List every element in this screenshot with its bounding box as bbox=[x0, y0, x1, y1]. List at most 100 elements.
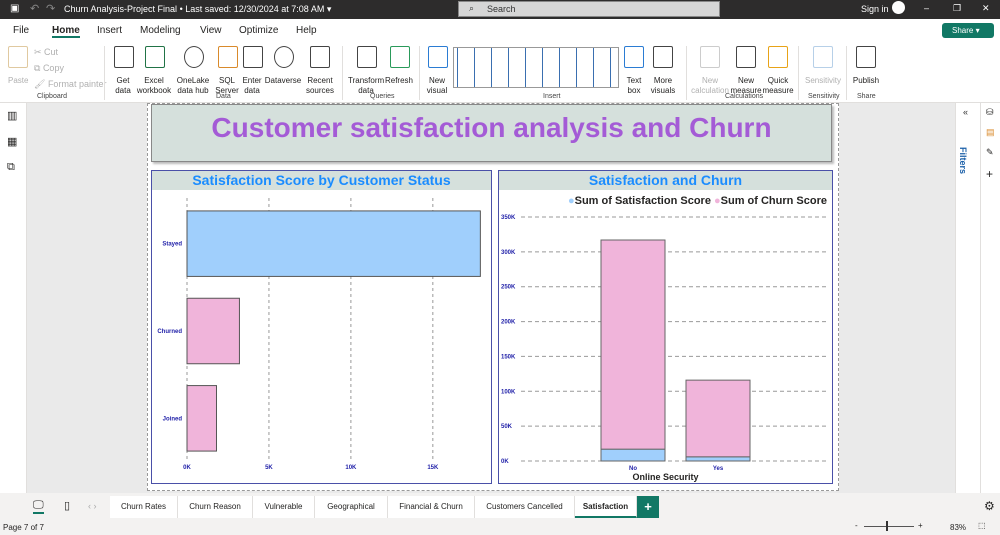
file-title[interactable]: Churn Analysis-Project Final • Last save… bbox=[64, 4, 331, 15]
tab-vulnerable[interactable]: Vulnerable bbox=[253, 496, 315, 518]
group-clipboard: Clipboard bbox=[37, 93, 67, 100]
avatar-icon[interactable] bbox=[892, 1, 905, 14]
model-view-icon[interactable]: ⧉ bbox=[7, 161, 15, 174]
new-calculation-button[interactable]: New calculation bbox=[690, 76, 730, 96]
tab-scroll-icon[interactable]: ‹ › bbox=[88, 501, 97, 511]
menu-home[interactable]: Home bbox=[52, 25, 80, 38]
quick-measure-button[interactable]: Quick measure bbox=[762, 76, 794, 96]
share-label: Share bbox=[952, 26, 974, 35]
share-button[interactable]: Share ▾ bbox=[942, 23, 994, 38]
text-box-button[interactable]: Text box bbox=[622, 76, 646, 96]
zoom-slider-thumb[interactable] bbox=[886, 521, 888, 531]
tab-customers-cancelled[interactable]: Customers Cancelled bbox=[475, 496, 575, 518]
mobile-layout-icon[interactable]: ▯ bbox=[64, 499, 70, 512]
divider bbox=[798, 46, 799, 100]
menu-help[interactable]: Help bbox=[296, 25, 317, 36]
status-bar-chart[interactable]: Satisfaction Score by Customer Status 0K… bbox=[151, 170, 492, 484]
dataverse-button[interactable]: Dataverse bbox=[264, 76, 302, 86]
tab-geographical[interactable]: Geographical bbox=[315, 496, 388, 518]
onelake-icon bbox=[184, 46, 204, 68]
settings-icon[interactable]: ⚙ bbox=[984, 499, 995, 513]
y-tick-label: Churned bbox=[157, 329, 182, 335]
bar bbox=[186, 385, 217, 452]
visuals-gallery[interactable] bbox=[453, 47, 619, 88]
tab-churn-reason[interactable]: Churn Reason bbox=[178, 496, 253, 518]
zoom-in-button[interactable]: + bbox=[918, 521, 923, 530]
last-saved: • Last saved: 12/30/2024 at 7:08 AM bbox=[179, 4, 325, 14]
filters-label[interactable]: Filters bbox=[958, 147, 968, 174]
format-painter-label: Format painter bbox=[47, 79, 107, 89]
search-input[interactable]: ⌕ Search bbox=[458, 1, 720, 17]
close-icon[interactable]: ✕ bbox=[982, 3, 990, 14]
page-indicator: Page 7 of 7 bbox=[3, 523, 44, 532]
collapse-icon[interactable]: « bbox=[963, 107, 968, 117]
ribbon: Paste ✂ Cut ⧉ Copy 🖌 Format painter Clip… bbox=[0, 42, 1000, 103]
minimize-icon[interactable]: – bbox=[924, 3, 929, 13]
table-view-icon[interactable]: ▦ bbox=[7, 135, 17, 148]
tab-satisfaction[interactable]: Satisfaction bbox=[575, 496, 637, 518]
status-bar: Page 7 of 7 - + 83% ⬚ bbox=[0, 518, 1000, 535]
menu-view[interactable]: View bbox=[200, 25, 222, 36]
bar-segment bbox=[685, 456, 751, 462]
data-pane-icon[interactable]: ⛁ bbox=[986, 107, 994, 118]
excel-icon bbox=[145, 46, 165, 68]
menu-file[interactable]: File bbox=[13, 25, 29, 36]
divider bbox=[342, 46, 343, 100]
group-share: Share bbox=[857, 93, 876, 100]
file-name: Churn Analysis-Project Final bbox=[64, 4, 178, 14]
undo-icon[interactable]: ↶ bbox=[30, 2, 39, 15]
paste-button[interactable]: Paste bbox=[8, 76, 28, 86]
copy-button[interactable]: ⧉ Copy bbox=[34, 63, 64, 74]
satisfaction-churn-chart[interactable]: Satisfaction and Churn ●Sum of Satisfact… bbox=[498, 170, 833, 484]
cut-button[interactable]: ✂ Cut bbox=[34, 47, 58, 58]
tab-churn-rates[interactable]: Churn Rates bbox=[110, 496, 178, 518]
enter-data-button[interactable]: Enter data bbox=[240, 76, 264, 96]
group-calculations: Calculations bbox=[725, 93, 764, 100]
zoom-slider[interactable] bbox=[864, 526, 914, 527]
menu-optimize[interactable]: Optimize bbox=[239, 25, 278, 36]
menu-insert[interactable]: Insert bbox=[97, 25, 122, 36]
refresh-button[interactable]: Refresh bbox=[384, 76, 414, 86]
add-page-button[interactable]: + bbox=[637, 496, 659, 518]
visualizations-icon[interactable]: ▤ bbox=[986, 127, 995, 138]
cut-label: Cut bbox=[44, 47, 59, 57]
chart-title: Satisfaction Score by Customer Status bbox=[152, 171, 491, 190]
search-icon: ⌕ bbox=[469, 3, 475, 13]
save-icon[interactable]: ▣ bbox=[10, 3, 19, 14]
fit-to-page-icon[interactable]: ⬚ bbox=[978, 521, 986, 530]
excel-button[interactable]: Excel workbook bbox=[136, 76, 172, 96]
sql-server-icon bbox=[218, 46, 238, 68]
group-insert: Insert bbox=[543, 93, 561, 100]
legend-item: Sum of Churn Score bbox=[720, 195, 827, 207]
group-queries: Queries bbox=[370, 93, 395, 100]
add-icon[interactable]: + bbox=[986, 167, 993, 181]
view-rail: ▥ ▦ ⧉ bbox=[0, 103, 27, 493]
bar bbox=[186, 210, 481, 277]
y-tick-label: 250K bbox=[501, 285, 516, 291]
group-data: Data bbox=[216, 93, 231, 100]
new-visual-button[interactable]: New visual bbox=[424, 76, 450, 96]
menu-modeling[interactable]: Modeling bbox=[140, 25, 181, 36]
filters-pane[interactable]: « Filters bbox=[955, 103, 980, 493]
format-icon[interactable]: ✎ bbox=[986, 147, 994, 158]
legend-marker: ● bbox=[714, 195, 721, 207]
format-painter-button[interactable]: 🖌 Format painter bbox=[34, 79, 106, 90]
get-data-button[interactable]: Get data bbox=[108, 76, 138, 96]
more-visuals-button[interactable]: More visuals bbox=[646, 76, 680, 96]
desktop-layout-icon[interactable]: 🖵 bbox=[33, 499, 44, 514]
restore-icon[interactable]: ❐ bbox=[953, 3, 961, 14]
publish-button[interactable]: Publish bbox=[850, 76, 882, 86]
divider bbox=[104, 46, 105, 100]
redo-icon[interactable]: ↷ bbox=[46, 2, 55, 15]
sign-in-button[interactable]: Sign in bbox=[861, 4, 889, 14]
legend-item: Sum of Satisfaction Score bbox=[574, 195, 711, 207]
sensitivity-button[interactable]: Sensitivity bbox=[804, 76, 842, 86]
recent-sources-button[interactable]: Recent sources bbox=[302, 76, 338, 96]
onelake-button[interactable]: OneLake data hub bbox=[172, 76, 214, 96]
tab-financial-churn[interactable]: Financial & Churn bbox=[388, 496, 475, 518]
get-data-icon bbox=[114, 46, 134, 68]
y-tick-label: 50K bbox=[501, 424, 513, 430]
zoom-out-button[interactable]: - bbox=[855, 521, 858, 530]
report-view-icon[interactable]: ▥ bbox=[7, 109, 17, 122]
y-tick-label: Stayed bbox=[162, 242, 182, 248]
